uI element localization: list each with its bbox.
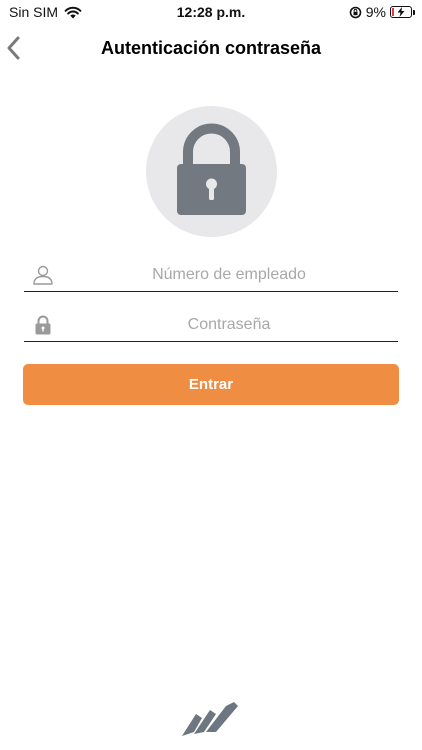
enter-button[interactable]: Entrar [23,364,399,405]
navigation-bar: Autenticación contraseña [0,26,422,70]
page-title: Autenticación contraseña [100,38,322,58]
status-right: 9% [349,4,415,20]
password-field [24,308,398,342]
password-input[interactable] [60,310,398,340]
lock-icon [35,315,51,335]
battery-charging-icon [390,6,415,18]
employee-number-input[interactable] [60,260,398,290]
brand-logo-icon [182,702,238,736]
orientation-lock-icon [349,6,362,18]
status-bar: Sin SIM 12:28 p.m. 9% [0,0,422,26]
login-screen: Sin SIM 12:28 p.m. 9% Autenticación cont… [0,0,422,750]
user-icon [33,265,53,285]
padlock-icon [177,123,246,215]
battery-percent: 9% [365,4,386,20]
employee-number-field [24,258,398,292]
lock-badge [146,106,277,237]
